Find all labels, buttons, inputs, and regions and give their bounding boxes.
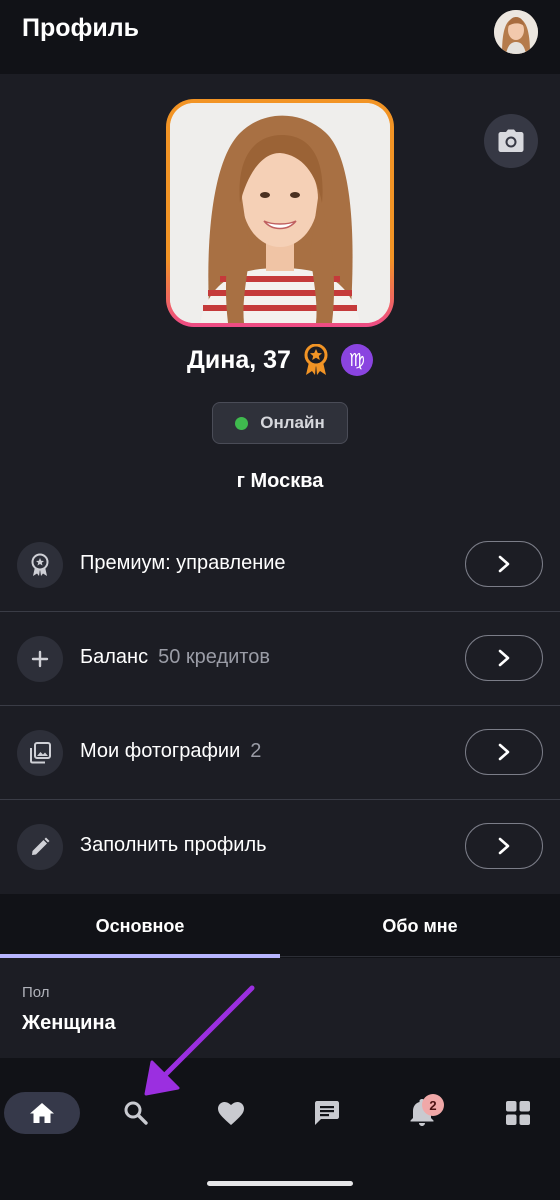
- bottom-nav: 2: [0, 1058, 560, 1200]
- camera-button[interactable]: [484, 114, 538, 168]
- nav-likes[interactable]: [193, 1092, 269, 1134]
- menu-item-label: Баланс 50 кредитов: [80, 646, 270, 669]
- chat-icon: [315, 1101, 339, 1125]
- zodiac-badge[interactable]: ♍: [340, 344, 373, 376]
- tab-main[interactable]: Основное: [0, 894, 280, 958]
- online-status-badge: Онлайн: [212, 402, 348, 444]
- profile-tabs: Основное Обо мне: [0, 894, 560, 958]
- award-icon: [17, 542, 63, 588]
- profile-card: Дина, 37 ♍ Онлайн г Москва: [0, 74, 560, 518]
- profile-name-age: Дина, 37: [187, 345, 291, 374]
- online-dot-icon: [235, 416, 249, 430]
- home-indicator: [207, 1181, 353, 1186]
- premium-label: Премиум: управление: [80, 552, 286, 574]
- menu-item-premium[interactable]: Премиум: управление: [0, 518, 560, 612]
- photos-label: Мои фотографии: [80, 740, 241, 762]
- notification-count-badge: 2: [422, 1094, 444, 1116]
- gender-label: Пол: [22, 984, 50, 1001]
- name-row: Дина, 37 ♍: [0, 342, 560, 378]
- profile-photo-frame[interactable]: [166, 99, 394, 327]
- zodiac-virgo-icon: ♍: [348, 349, 365, 370]
- menu-item-fill-profile[interactable]: Заполнить профиль: [0, 800, 560, 894]
- fill-profile-label: Заполнить профиль: [80, 834, 267, 856]
- chevron-right-icon: [498, 649, 510, 667]
- fill-profile-arrow-button[interactable]: [465, 823, 543, 869]
- app-header: Профиль: [0, 0, 560, 74]
- photos-icon: [17, 730, 63, 776]
- premium-arrow-button[interactable]: [465, 541, 543, 587]
- profile-city: г Москва: [236, 470, 324, 492]
- balance-label: Баланс: [80, 646, 149, 668]
- chevron-right-icon: [498, 743, 510, 761]
- nav-apps[interactable]: [480, 1092, 556, 1134]
- menu-item-photos[interactable]: Мои фотографии 2: [0, 706, 560, 800]
- camera-icon: [498, 129, 524, 152]
- page-title: Профиль: [22, 14, 140, 42]
- profile-photo: [170, 103, 390, 323]
- pencil-icon: [17, 824, 63, 870]
- menu-item-label: Мои фотографии 2: [80, 740, 261, 763]
- nav-home[interactable]: [4, 1092, 80, 1134]
- chevron-right-icon: [498, 837, 510, 855]
- nav-notifications[interactable]: [384, 1092, 460, 1134]
- search-icon: [124, 1101, 148, 1125]
- user-avatar[interactable]: [494, 10, 538, 54]
- award-medal-icon: [304, 344, 328, 375]
- gender-field: Пол Женщина: [0, 958, 560, 1058]
- heart-icon: [218, 1101, 244, 1125]
- plus-icon: [17, 636, 63, 682]
- gender-value: Женщина: [22, 1012, 116, 1034]
- photos-count: 2: [250, 740, 262, 762]
- status-text: Онлайн: [260, 413, 325, 432]
- nav-messages[interactable]: [289, 1092, 365, 1134]
- photos-arrow-button[interactable]: [465, 729, 543, 775]
- grid-icon: [506, 1101, 530, 1125]
- balance-arrow-button[interactable]: [465, 635, 543, 681]
- menu-item-label: Заполнить профиль: [80, 834, 267, 857]
- balance-credits: 50 кредитов: [158, 646, 270, 668]
- profile-menu: Премиум: управление Баланс 50 кредитов Мо…: [0, 518, 560, 894]
- menu-item-label: Премиум: управление: [80, 552, 286, 575]
- home-icon: [30, 1103, 54, 1123]
- menu-item-balance[interactable]: Баланс 50 кредитов: [0, 612, 560, 706]
- chevron-right-icon: [498, 555, 510, 573]
- nav-search[interactable]: [98, 1092, 174, 1134]
- tab-about-me[interactable]: Обо мне: [280, 894, 560, 958]
